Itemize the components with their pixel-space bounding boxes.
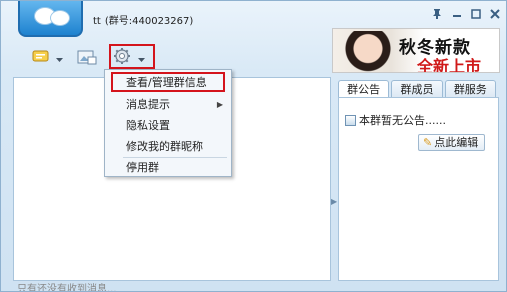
side-tabs: 群公告 群成员 群服务 (338, 80, 498, 97)
notice-text: 本群暂无公告...... (359, 114, 446, 127)
announcement-panel: 本群暂无公告...... ✎ 点此编辑 (338, 97, 499, 281)
close-icon[interactable] (488, 8, 502, 22)
group-number: (群号:440023267) (104, 16, 194, 27)
chat-bubble-icon (50, 10, 70, 26)
edit-notice-label: 点此编辑 (434, 136, 479, 149)
ad-subline: 全新上市 (417, 57, 482, 73)
submenu-arrow-icon: ▶ (216, 100, 223, 109)
ad-banner[interactable]: 秋冬新款 全新上市 (332, 28, 500, 73)
image-icon[interactable] (77, 48, 97, 66)
group-name: tt (93, 16, 101, 27)
pin-icon[interactable] (430, 8, 444, 22)
chat-footer-text: 只有还没有收到消息... (17, 284, 117, 292)
menu-item-label: 停用群 (126, 161, 159, 174)
tab-members[interactable]: 群成员 (391, 80, 443, 97)
menu-item-message-alerts[interactable]: 消息提示 ▶ (105, 95, 231, 114)
pencil-icon: ✎ (423, 136, 433, 149)
tab-announcement[interactable]: 群公告 (338, 80, 390, 97)
menu-item-label: 隐私设置 (126, 119, 170, 132)
notice-icon (345, 114, 356, 126)
message-icon[interactable] (32, 48, 50, 66)
chevron-down-icon[interactable] (56, 53, 64, 71)
gear-icon[interactable] (113, 47, 131, 65)
menu-item-label: 查看/管理群信息 (126, 76, 207, 89)
settings-context-menu: 查看/管理群信息 消息提示 ▶ 隐私设置 修改我的群昵称 停用群 (104, 69, 232, 177)
ad-model-image (343, 31, 393, 72)
menu-item-privacy-settings[interactable]: 隐私设置 (105, 116, 231, 135)
menu-item-disable-group[interactable]: 停用群 (105, 158, 231, 177)
collapse-arrow-icon[interactable]: ▶ (331, 197, 337, 206)
maximize-icon[interactable] (469, 8, 483, 22)
menu-item-manage-group-info[interactable]: 查看/管理群信息 (105, 73, 231, 92)
qq-group-chat-window: tt (群号:440023267) 秋冬新款 全新上市 只有还没有收到消息...… (0, 0, 507, 292)
group-avatar[interactable] (18, 1, 83, 37)
tab-services[interactable]: 群服务 (444, 80, 496, 97)
minimize-icon[interactable] (450, 8, 464, 22)
menu-item-label: 消息提示 (126, 98, 170, 111)
menu-item-edit-nickname[interactable]: 修改我的群昵称 (105, 137, 231, 156)
window-title: tt (群号:440023267) (93, 12, 193, 27)
edit-notice-button[interactable]: ✎ 点此编辑 (418, 134, 486, 151)
panel-splitter[interactable]: ▶ (331, 77, 337, 281)
notice-line: 本群暂无公告...... (345, 112, 446, 128)
menu-item-label: 修改我的群昵称 (126, 140, 203, 153)
